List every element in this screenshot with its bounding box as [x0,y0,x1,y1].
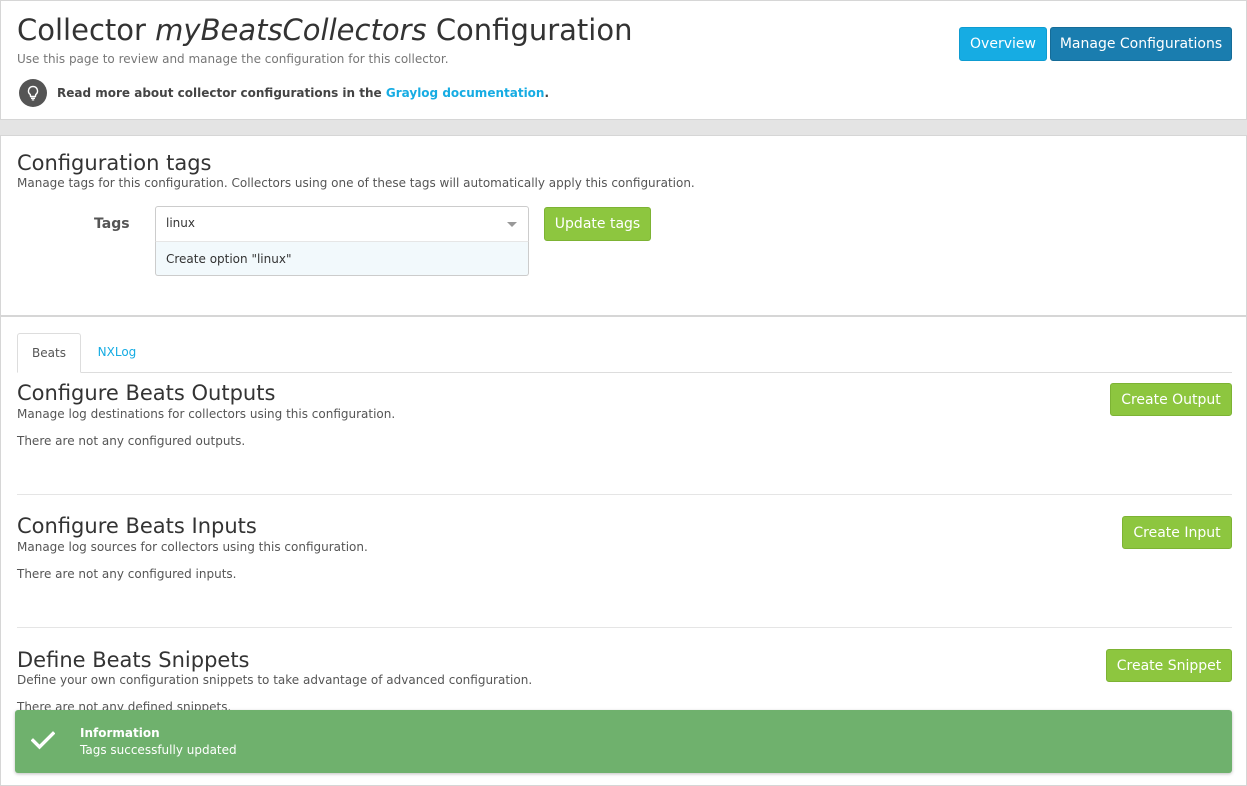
tags-label: Tags [94,216,130,232]
page-header-panel: Collector myBeatsCollectors Configuratio… [0,0,1247,120]
section-divider [17,627,1232,628]
notification-message: Tags successfully updated [80,743,237,757]
page-title-suffix: Configuration [435,13,633,47]
tags-select[interactable] [155,206,529,242]
create-input-button[interactable]: Create Input [1122,516,1232,549]
page-description: Use this page to review and manage the c… [17,52,449,66]
configuration-tags-description: Manage tags for this configuration. Coll… [17,176,695,190]
documentation-text: Read more about collector configurations… [57,86,549,100]
outputs-empty-message: There are not any configured outputs. [17,434,246,448]
configuration-tags-title: Configuration tags [17,151,212,175]
notification-title: Information [80,726,160,740]
outputs-title: Configure Beats Outputs [17,381,276,405]
dropdown-arrow-icon[interactable] [507,222,517,227]
documentation-text-before: Read more about collector configurations… [57,86,382,100]
lightbulb-icon [19,79,47,107]
tags-input[interactable] [166,216,486,230]
configuration-tags-panel: Configuration tags Manage tags for this … [0,135,1247,316]
page-title-prefix: Collector [17,13,146,47]
outputs-description: Manage log destinations for collectors u… [17,407,396,421]
tags-dropdown-menu: Create option "linux" [155,241,529,276]
create-output-button[interactable]: Create Output [1110,383,1232,416]
documentation-text-after: . [544,86,550,100]
notification-toast[interactable]: Information Tags successfully updated [15,710,1232,773]
tab-nxlog[interactable]: NXLog [85,333,149,373]
create-option-item[interactable]: Create option "linux" [166,252,291,266]
overview-button[interactable]: Overview [959,27,1047,61]
collector-name: myBeatsCollectors [155,13,427,47]
page-title: Collector myBeatsCollectors Configuratio… [17,13,632,47]
snippets-title: Define Beats Snippets [17,648,250,672]
inputs-description: Manage log sources for collectors using … [17,540,368,554]
inputs-empty-message: There are not any configured inputs. [17,567,237,581]
check-icon [30,730,56,754]
update-tags-button[interactable]: Update tags [544,207,651,241]
documentation-tip: Read more about collector configurations… [19,79,549,107]
snippets-description: Define your own configuration snippets t… [17,673,533,687]
collector-tabs: Beats NXLog [17,333,1232,373]
manage-configurations-button[interactable]: Manage Configurations [1050,27,1232,61]
section-divider [17,494,1232,495]
graylog-documentation-link[interactable]: Graylog documentation [386,86,545,100]
tab-beats[interactable]: Beats [17,333,81,373]
create-snippet-button[interactable]: Create Snippet [1106,649,1232,682]
inputs-title: Configure Beats Inputs [17,514,257,538]
